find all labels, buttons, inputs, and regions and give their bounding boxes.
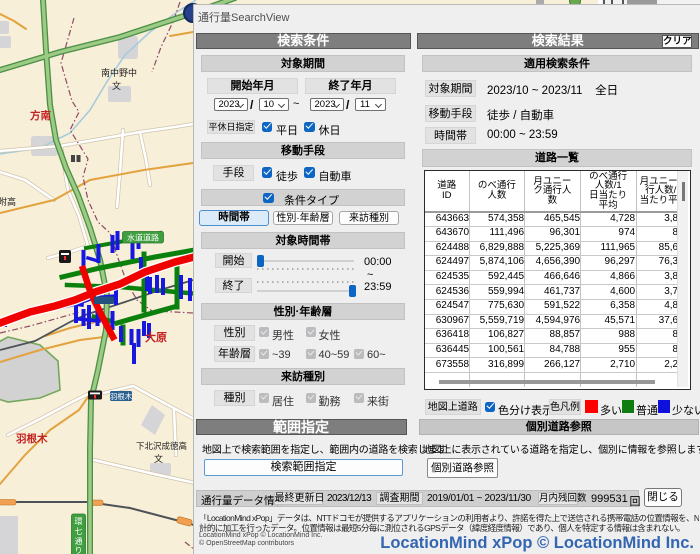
svg-text:文: 文 <box>154 453 163 464</box>
svg-text:附高: 附高 <box>0 196 16 207</box>
svg-text:南中野中: 南中野中 <box>101 67 137 78</box>
svg-text:方南: 方南 <box>30 109 51 122</box>
svg-text:通: 通 <box>75 536 83 546</box>
svg-text:文: 文 <box>112 80 121 91</box>
svg-text:大原: 大原 <box>145 330 167 344</box>
svg-text:七: 七 <box>75 527 83 536</box>
svg-text:下北沢成徳高: 下北沢成徳高 <box>136 441 187 451</box>
svg-text:羽根木: 羽根木 <box>16 432 48 445</box>
svg-text:水道道路: 水道道路 <box>127 233 159 243</box>
svg-text:羽根木: 羽根木 <box>110 391 133 401</box>
svg-text:り: り <box>75 546 83 554</box>
svg-text:環: 環 <box>75 517 83 526</box>
